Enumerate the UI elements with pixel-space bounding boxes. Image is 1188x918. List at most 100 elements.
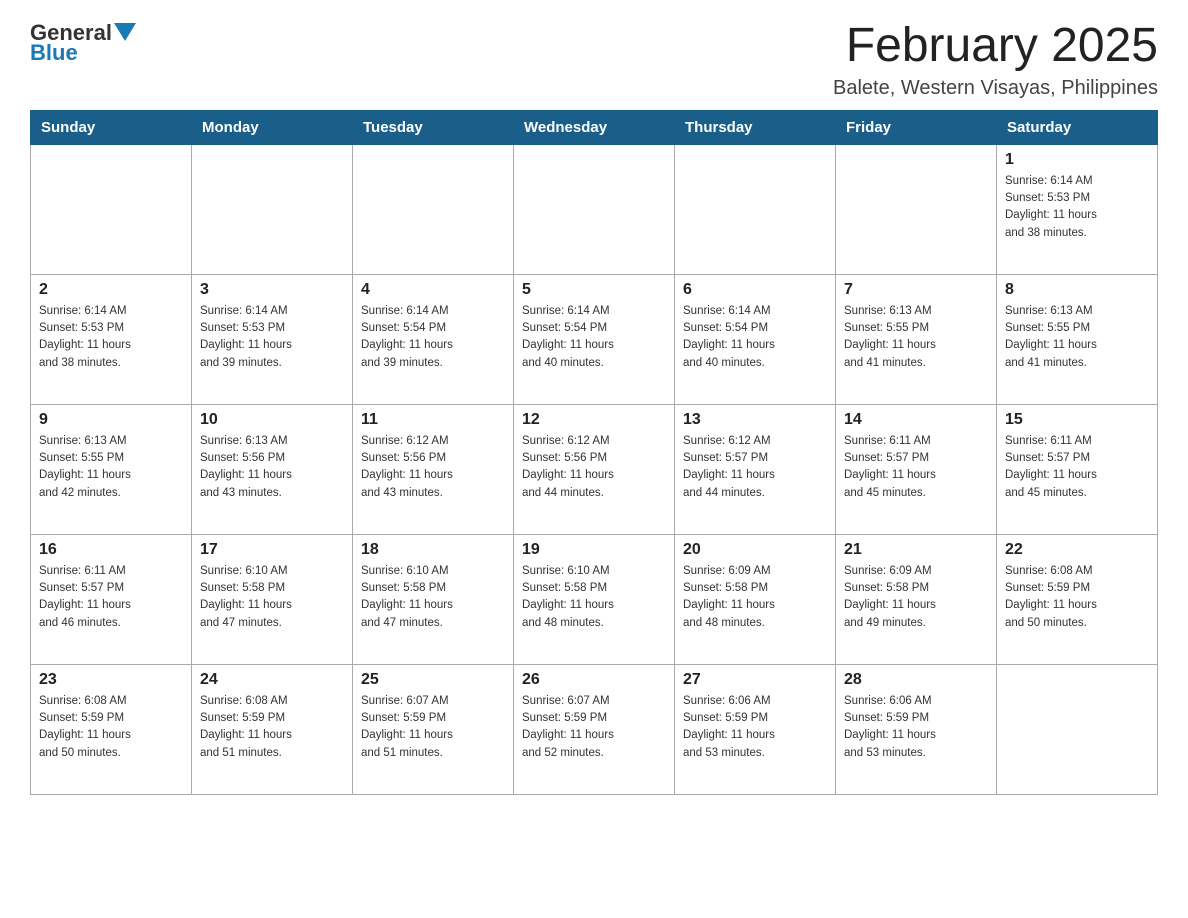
calendar-cell: 1 Sunrise: 6:14 AM Sunset: 5:53 PM Daylig… [997,144,1158,274]
day-info: Sunrise: 6:10 AM Sunset: 5:58 PM Dayligh… [200,563,344,632]
day-number: 14 [844,411,988,429]
day-info: Sunrise: 6:14 AM Sunset: 5:54 PM Dayligh… [522,303,666,372]
calendar-cell [353,144,514,274]
day-info: Sunrise: 6:14 AM Sunset: 5:53 PM Dayligh… [39,303,183,372]
calendar-cell: 25 Sunrise: 6:07 AM Sunset: 5:59 PM Dayli… [353,664,514,794]
day-number: 19 [522,541,666,559]
calendar-cell: 6 Sunrise: 6:14 AM Sunset: 5:54 PM Daylig… [675,274,836,404]
logo-arrow-icon [114,23,136,45]
day-number: 28 [844,671,988,689]
day-number: 20 [683,541,827,559]
day-number: 7 [844,281,988,299]
calendar-header-tuesday: Tuesday [353,110,514,144]
day-number: 17 [200,541,344,559]
calendar-header-sunday: Sunday [31,110,192,144]
calendar-cell: 20 Sunrise: 6:09 AM Sunset: 5:58 PM Dayli… [675,534,836,664]
calendar-cell: 14 Sunrise: 6:11 AM Sunset: 5:57 PM Dayli… [836,404,997,534]
calendar-cell [675,144,836,274]
calendar-cell: 2 Sunrise: 6:14 AM Sunset: 5:53 PM Daylig… [31,274,192,404]
day-number: 1 [1005,151,1149,169]
calendar-cell: 9 Sunrise: 6:13 AM Sunset: 5:55 PM Daylig… [31,404,192,534]
day-info: Sunrise: 6:07 AM Sunset: 5:59 PM Dayligh… [361,693,505,762]
calendar-cell: 13 Sunrise: 6:12 AM Sunset: 5:57 PM Dayli… [675,404,836,534]
calendar-cell [514,144,675,274]
calendar-header-friday: Friday [836,110,997,144]
calendar-cell: 8 Sunrise: 6:13 AM Sunset: 5:55 PM Daylig… [997,274,1158,404]
calendar-week-row: 23 Sunrise: 6:08 AM Sunset: 5:59 PM Dayli… [31,664,1158,794]
day-info: Sunrise: 6:13 AM Sunset: 5:55 PM Dayligh… [844,303,988,372]
day-number: 3 [200,281,344,299]
calendar-cell [192,144,353,274]
day-number: 12 [522,411,666,429]
day-info: Sunrise: 6:11 AM Sunset: 5:57 PM Dayligh… [39,563,183,632]
calendar-header-saturday: Saturday [997,110,1158,144]
day-number: 11 [361,411,505,429]
day-number: 10 [200,411,344,429]
calendar-cell: 26 Sunrise: 6:07 AM Sunset: 5:59 PM Dayli… [514,664,675,794]
calendar-week-row: 16 Sunrise: 6:11 AM Sunset: 5:57 PM Dayli… [31,534,1158,664]
day-number: 6 [683,281,827,299]
day-info: Sunrise: 6:10 AM Sunset: 5:58 PM Dayligh… [361,563,505,632]
calendar-cell: 24 Sunrise: 6:08 AM Sunset: 5:59 PM Dayli… [192,664,353,794]
calendar-cell: 15 Sunrise: 6:11 AM Sunset: 5:57 PM Dayli… [997,404,1158,534]
day-number: 8 [1005,281,1149,299]
day-info: Sunrise: 6:12 AM Sunset: 5:56 PM Dayligh… [522,433,666,502]
day-info: Sunrise: 6:08 AM Sunset: 5:59 PM Dayligh… [1005,563,1149,632]
calendar-cell [836,144,997,274]
day-number: 26 [522,671,666,689]
day-info: Sunrise: 6:13 AM Sunset: 5:55 PM Dayligh… [39,433,183,502]
calendar-header-monday: Monday [192,110,353,144]
day-number: 13 [683,411,827,429]
calendar-cell: 4 Sunrise: 6:14 AM Sunset: 5:54 PM Daylig… [353,274,514,404]
day-info: Sunrise: 6:12 AM Sunset: 5:56 PM Dayligh… [361,433,505,502]
calendar-week-row: 9 Sunrise: 6:13 AM Sunset: 5:55 PM Daylig… [31,404,1158,534]
day-info: Sunrise: 6:06 AM Sunset: 5:59 PM Dayligh… [844,693,988,762]
calendar-cell: 5Sunrise: 6:14 AM Sunset: 5:54 PM Daylig… [514,274,675,404]
day-number: 23 [39,671,183,689]
day-info: Sunrise: 6:09 AM Sunset: 5:58 PM Dayligh… [683,563,827,632]
day-number: 25 [361,671,505,689]
calendar-week-row: 2 Sunrise: 6:14 AM Sunset: 5:53 PM Daylig… [31,274,1158,404]
day-info: Sunrise: 6:11 AM Sunset: 5:57 PM Dayligh… [844,433,988,502]
title-area: February 2025 Balete, Western Visayas, P… [833,20,1158,100]
day-info: Sunrise: 6:12 AM Sunset: 5:57 PM Dayligh… [683,433,827,502]
calendar-cell: 28 Sunrise: 6:06 AM Sunset: 5:59 PM Dayli… [836,664,997,794]
day-info: Sunrise: 6:08 AM Sunset: 5:59 PM Dayligh… [200,693,344,762]
day-number: 16 [39,541,183,559]
day-info: Sunrise: 6:11 AM Sunset: 5:57 PM Dayligh… [1005,433,1149,502]
calendar-table: SundayMondayTuesdayWednesdayThursdayFrid… [30,110,1158,795]
day-info: Sunrise: 6:14 AM Sunset: 5:53 PM Dayligh… [1005,173,1149,242]
calendar-cell: 12 Sunrise: 6:12 AM Sunset: 5:56 PM Dayli… [514,404,675,534]
day-number: 9 [39,411,183,429]
day-info: Sunrise: 6:13 AM Sunset: 5:56 PM Dayligh… [200,433,344,502]
day-number: 2 [39,281,183,299]
day-info: Sunrise: 6:08 AM Sunset: 5:59 PM Dayligh… [39,693,183,762]
calendar-cell: 19 Sunrise: 6:10 AM Sunset: 5:58 PM Dayli… [514,534,675,664]
logo-blue: Blue [30,40,78,66]
calendar-header-thursday: Thursday [675,110,836,144]
day-info: Sunrise: 6:14 AM Sunset: 5:54 PM Dayligh… [683,303,827,372]
subtitle: Balete, Western Visayas, Philippines [833,77,1158,100]
calendar-cell: 18 Sunrise: 6:10 AM Sunset: 5:58 PM Dayli… [353,534,514,664]
calendar-cell: 22Sunrise: 6:08 AM Sunset: 5:59 PM Dayli… [997,534,1158,664]
day-info: Sunrise: 6:14 AM Sunset: 5:54 PM Dayligh… [361,303,505,372]
calendar-header-wednesday: Wednesday [514,110,675,144]
calendar-cell: 3Sunrise: 6:14 AM Sunset: 5:53 PM Daylig… [192,274,353,404]
logo: General Blue [30,20,136,66]
calendar-cell: 21Sunrise: 6:09 AM Sunset: 5:58 PM Dayli… [836,534,997,664]
page-header: General Blue February 2025 Balete, Weste… [30,20,1158,100]
day-info: Sunrise: 6:10 AM Sunset: 5:58 PM Dayligh… [522,563,666,632]
day-number: 15 [1005,411,1149,429]
day-info: Sunrise: 6:13 AM Sunset: 5:55 PM Dayligh… [1005,303,1149,372]
calendar-header-row: SundayMondayTuesdayWednesdayThursdayFrid… [31,110,1158,144]
calendar-cell: 10 Sunrise: 6:13 AM Sunset: 5:56 PM Dayli… [192,404,353,534]
calendar-cell: 11 Sunrise: 6:12 AM Sunset: 5:56 PM Dayli… [353,404,514,534]
day-info: Sunrise: 6:06 AM Sunset: 5:59 PM Dayligh… [683,693,827,762]
calendar-week-row: 1 Sunrise: 6:14 AM Sunset: 5:53 PM Daylig… [31,144,1158,274]
calendar-cell: 7 Sunrise: 6:13 AM Sunset: 5:55 PM Daylig… [836,274,997,404]
day-info: Sunrise: 6:07 AM Sunset: 5:59 PM Dayligh… [522,693,666,762]
day-number: 4 [361,281,505,299]
calendar-cell: 23 Sunrise: 6:08 AM Sunset: 5:59 PM Dayli… [31,664,192,794]
day-number: 18 [361,541,505,559]
day-number: 24 [200,671,344,689]
